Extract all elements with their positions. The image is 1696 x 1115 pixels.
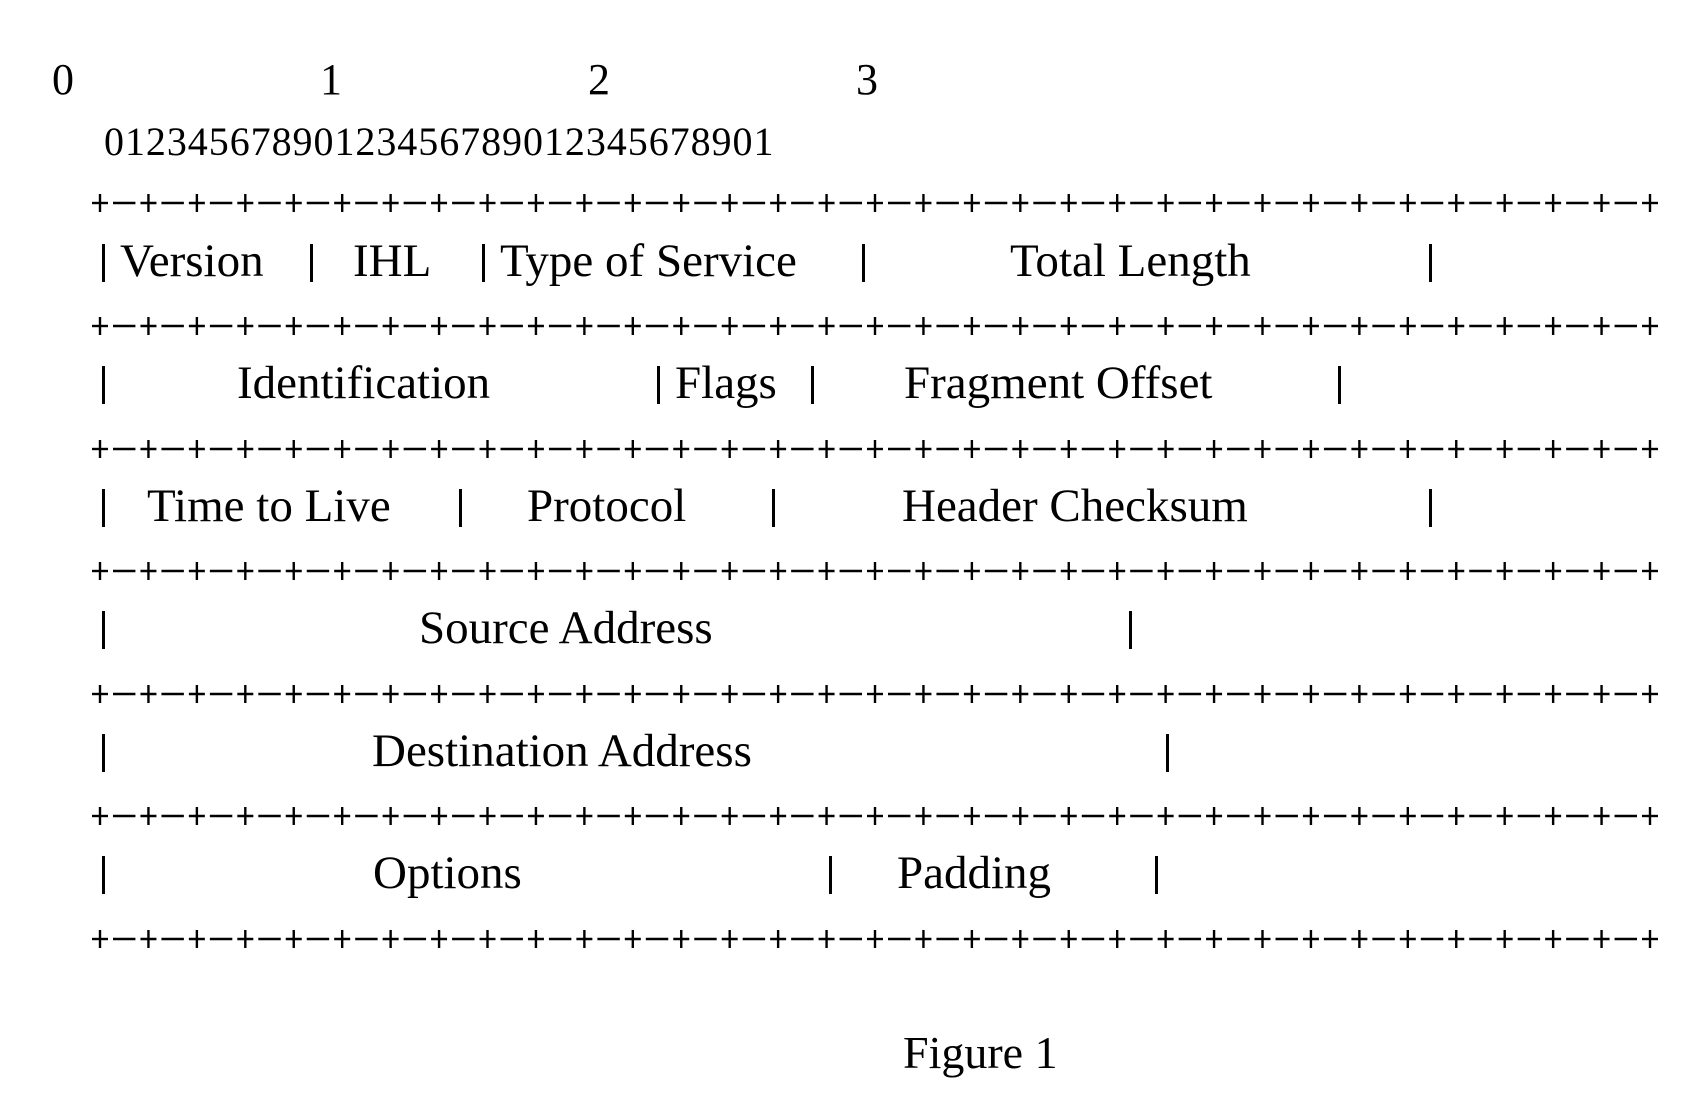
- rule-graphic: [92, 685, 1658, 703]
- field-divider: [102, 244, 105, 282]
- field-source-address: Source Address: [419, 602, 713, 654]
- field-divider: [102, 366, 105, 404]
- separator-rule: [92, 929, 1658, 949]
- field-fragment-offset: Fragment Offset: [904, 357, 1213, 409]
- field-destination-address: Destination Address: [372, 725, 752, 777]
- field-time-to-live: Time to Live: [147, 480, 391, 532]
- field-divider: [102, 489, 105, 527]
- rule-graphic: [92, 194, 1658, 212]
- field-divider: [1155, 856, 1158, 894]
- field-version: Version: [120, 235, 264, 287]
- field-divider: [482, 244, 485, 282]
- field-divider: [862, 244, 865, 282]
- rule-graphic: [92, 562, 1658, 580]
- field-type-of-service: Type of Service: [500, 235, 797, 287]
- field-divider: [811, 366, 814, 404]
- field-divider: [1166, 734, 1169, 772]
- separator-rule: [92, 439, 1658, 459]
- field-divider: [102, 856, 105, 894]
- separator-rule: [92, 561, 1658, 581]
- separator-rule: [92, 684, 1658, 704]
- field-identification: Identification: [237, 357, 491, 409]
- field-ihl: IHL: [353, 235, 432, 287]
- octet-label-3: 3: [856, 55, 878, 104]
- field-options: Options: [373, 847, 522, 899]
- field-padding: Padding: [897, 847, 1052, 899]
- field-divider: [1429, 244, 1432, 282]
- rule-graphic: [92, 807, 1658, 825]
- separator-rule: [92, 193, 1658, 213]
- rule-graphic: [92, 930, 1658, 948]
- field-divider: [1338, 366, 1341, 404]
- field-header-checksum: Header Checksum: [902, 480, 1248, 532]
- separator-rule: [92, 316, 1658, 336]
- separator-rule: [92, 806, 1658, 826]
- rule-graphic: [92, 317, 1658, 335]
- field-divider: [657, 366, 660, 404]
- field-divider: [102, 734, 105, 772]
- field-protocol: Protocol: [527, 480, 687, 532]
- octet-label-2: 2: [588, 55, 610, 104]
- field-divider: [310, 244, 313, 282]
- field-divider: [459, 489, 462, 527]
- octet-label-1: 1: [320, 55, 342, 104]
- field-total-length: Total Length: [1010, 235, 1251, 287]
- field-flags: Flags: [675, 357, 777, 409]
- field-divider: [102, 611, 105, 649]
- octet-label-0: 0: [52, 55, 74, 104]
- field-divider: [829, 856, 832, 894]
- field-divider: [1429, 489, 1432, 527]
- bit-number-row: 01234567890123456789012345678901: [104, 119, 775, 164]
- rule-graphic: [92, 440, 1658, 458]
- field-divider: [772, 489, 775, 527]
- figure-caption: Figure 1: [903, 1027, 1058, 1078]
- field-divider: [1129, 611, 1132, 649]
